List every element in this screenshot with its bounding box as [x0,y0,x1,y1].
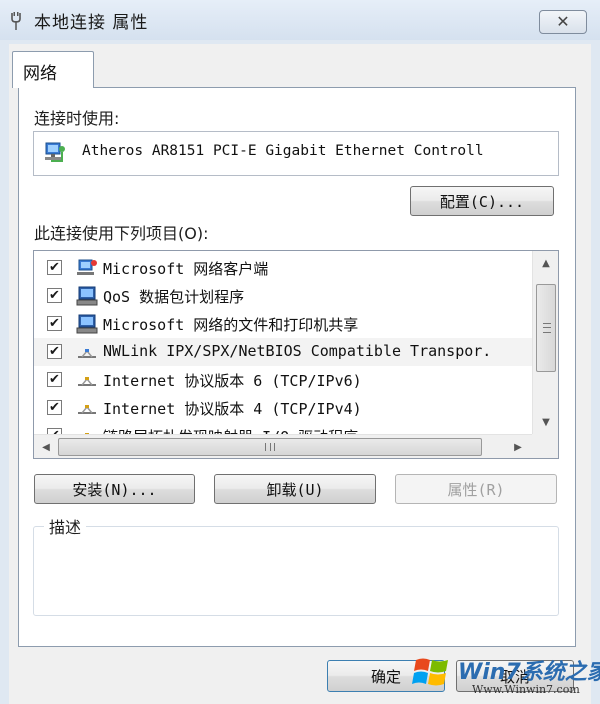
close-icon: ✕ [556,12,570,31]
list-item-label: NWLink IPX/SPX/NetBIOS Compatible Transp… [103,342,492,360]
protocol-icon [78,377,96,386]
scroll-right-arrow-icon[interactable]: ▶ [506,435,530,458]
file-printer-sharing-icon [76,314,98,334]
scroll-up-arrow-icon[interactable]: ▲ [533,251,558,275]
uninstall-button[interactable]: 卸载(U) [214,474,376,504]
list-item-label: Internet 协议版本 4 (TCP/IPv4) [103,400,362,418]
protocol-icon [78,349,96,358]
checkbox[interactable]: ✔ [47,316,62,331]
watermark-url: Www.Winwin7.com [472,683,580,696]
list-item[interactable]: ✔ 链路层拓扑发现映射器 I/O 驱动程序 [34,422,532,434]
tab-network-label: 网络 [23,64,57,84]
scroll-down-arrow-icon[interactable]: ▼ [533,410,558,434]
list-item-label: 链路层拓扑发现映射器 I/O 驱动程序 [103,426,358,434]
list-item[interactable]: ✔ NWLink IPX/SPX/NetBIOS Compatible Tran… [34,338,532,366]
install-button[interactable]: 安装(N)... [34,474,195,504]
horizontal-scrollbar[interactable]: ◀ ▶ [34,434,532,458]
watermark: Win7系统之家 Www.Winwin7.com [412,650,600,702]
checkbox[interactable]: ✔ [47,372,62,387]
items-label: 此连接使用下列项目(O): [34,224,209,243]
list-item[interactable]: ✔ QoS 数据包计划程序 [34,282,532,310]
watermark-text: Win7系统之家 [458,660,600,685]
configure-button[interactable]: 配置(C)... [410,186,554,216]
window-title: 本地连接 属性 [34,13,149,33]
list-item-label: Microsoft 网络客户端 [103,260,269,278]
adapter-box: Atheros AR8151 PCI-E Gigabit Ethernet Co… [33,131,559,176]
description-group [33,526,559,616]
description-label: 描述 [44,514,87,538]
protocol-icon [78,405,96,414]
list-item[interactable]: ✔ Microsoft 网络的文件和打印机共享 [34,310,532,338]
list-item-label: QoS 数据包计划程序 [103,288,245,306]
protocol-icon [85,433,89,434]
qos-scheduler-icon [76,286,98,306]
horizontal-scroll-thumb[interactable] [58,438,482,456]
properties-button[interactable]: 属性(R) [395,474,557,504]
scrollbar-corner [532,434,558,458]
network-adapter-icon [45,142,65,162]
checkbox[interactable]: ✔ [47,288,62,303]
close-button[interactable]: ✕ [539,10,587,34]
list-item[interactable]: ✔ Internet 协议版本 6 (TCP/IPv6) [34,366,532,394]
checkbox[interactable]: ✔ [47,260,62,275]
network-connection-icon [11,12,21,30]
checkbox[interactable]: ✔ [47,344,62,359]
connect-using-label: 连接时使用: [34,109,120,128]
list-item-label: Internet 协议版本 6 (TCP/IPv6) [103,372,362,390]
list-item-label: Microsoft 网络的文件和打印机共享 [103,316,359,334]
components-list[interactable]: ✔ Microsoft 网络客户端 ✔ QoS 数据包计划程序 ✔ Micros… [33,250,559,459]
title-bar: 本地连接 属性 ✕ [0,0,600,40]
windows-logo-icon [412,658,448,686]
vertical-scroll-thumb[interactable] [536,284,556,372]
list-item[interactable]: ✔ Internet 协议版本 4 (TCP/IPv4) [34,394,532,422]
tab-network[interactable]: 网络 [12,51,94,88]
adapter-name: Atheros AR8151 PCI-E Gigabit Ethernet Co… [82,143,484,159]
vertical-scrollbar[interactable]: ▲ ▼ [532,251,558,434]
scroll-left-arrow-icon[interactable]: ◀ [34,435,58,458]
list-item[interactable]: ✔ Microsoft 网络客户端 [34,254,532,282]
network-client-icon [77,259,97,275]
checkbox[interactable]: ✔ [47,400,62,415]
